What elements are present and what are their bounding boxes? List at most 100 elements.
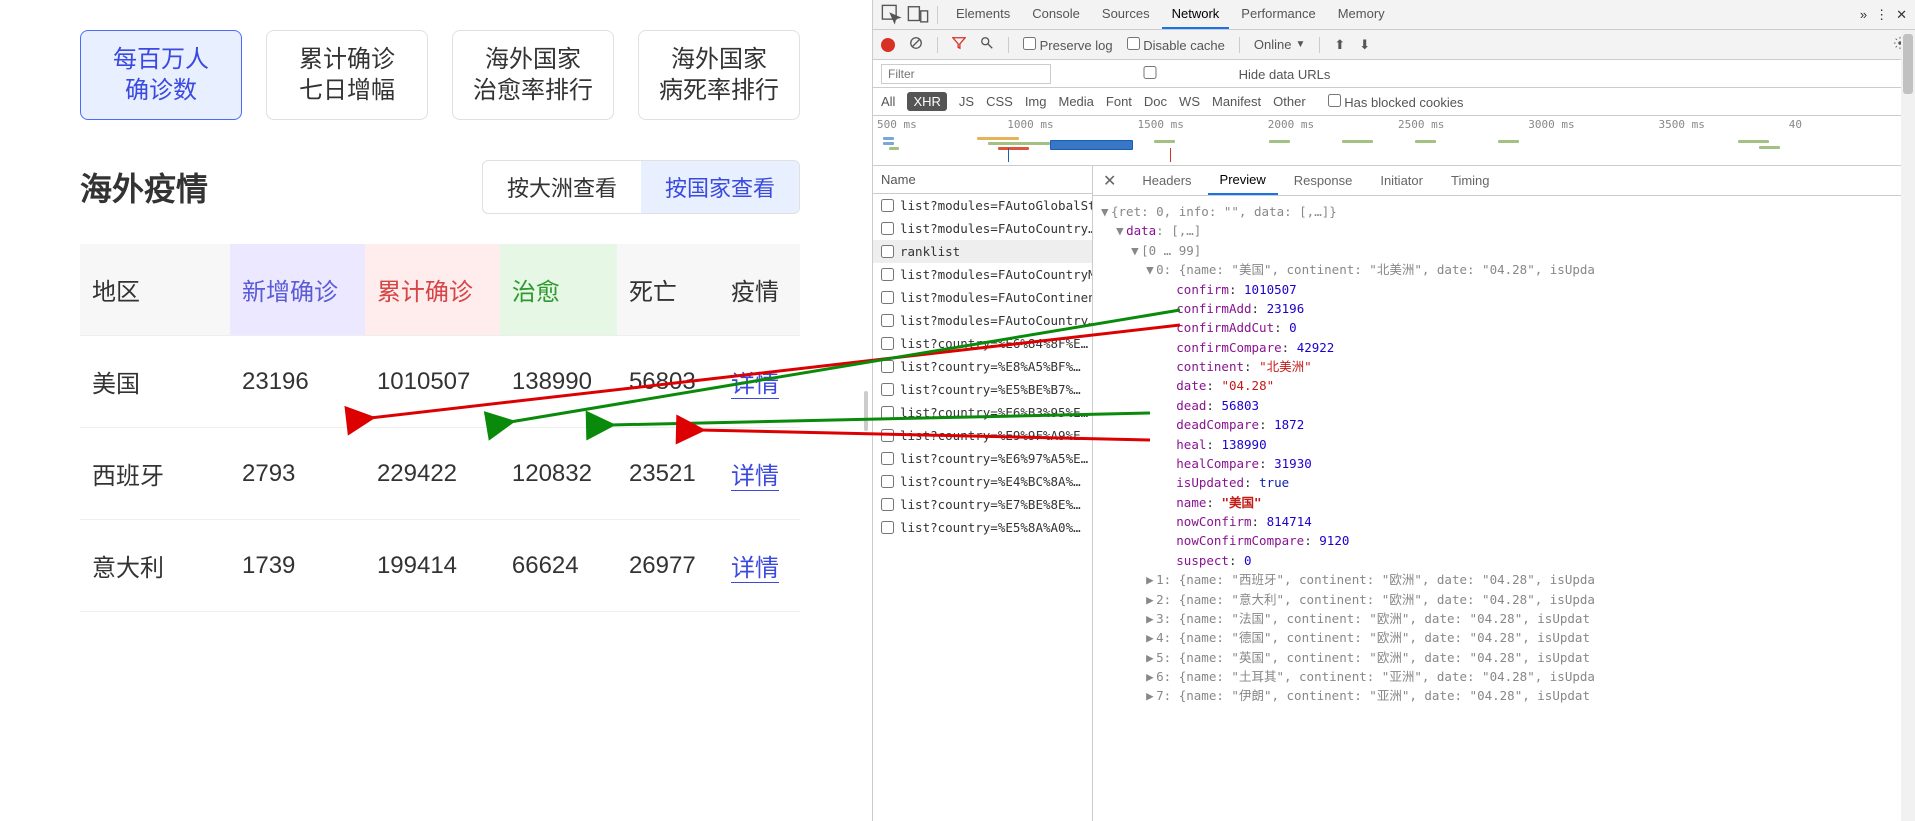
request-row[interactable]: list?country=%E9%9F%A9%E… xyxy=(873,424,1092,447)
request-row[interactable]: list?country=%E6%B3%95%E… xyxy=(873,401,1092,424)
tree-item[interactable]: ▶2: {name: "意大利", continent: "欧洲", date:… xyxy=(1101,590,1915,609)
panel-sources[interactable]: Sources xyxy=(1092,0,1160,29)
request-name: list?country=%E5%8A%A0%… xyxy=(900,520,1081,535)
cell-heal: 66624 xyxy=(500,520,617,612)
tree-item[interactable]: ▶4: {name: "德国", continent: "欧洲", date: … xyxy=(1101,628,1915,647)
tree-item[interactable]: ▶7: {name: "伊朗", continent: "亚洲", date: … xyxy=(1101,686,1915,705)
disable-cache-checkbox[interactable]: Disable cache xyxy=(1127,37,1225,53)
request-checkbox[interactable] xyxy=(881,406,894,419)
tree-item[interactable]: ▶3: {name: "法国", continent: "欧洲", date: … xyxy=(1101,609,1915,628)
type-img[interactable]: Img xyxy=(1025,94,1047,109)
preserve-log-checkbox[interactable]: Preserve log xyxy=(1023,37,1113,53)
request-checkbox[interactable] xyxy=(881,521,894,534)
devtools-close-icon[interactable]: ✕ xyxy=(1896,7,1907,23)
resp-tab-initiator[interactable]: Initiator xyxy=(1368,167,1435,194)
request-row[interactable]: list?modules=FAutoCountryM… xyxy=(873,263,1092,286)
cell-confirm: 1010507 xyxy=(365,336,500,428)
search-icon[interactable] xyxy=(980,36,994,53)
request-row[interactable]: list?country=%E6%97%A5%E… xyxy=(873,447,1092,470)
type-other[interactable]: Other xyxy=(1273,94,1306,109)
tree-item[interactable]: ▶1: {name: "西班牙", continent: "欧洲", date:… xyxy=(1101,570,1915,589)
request-checkbox[interactable] xyxy=(881,429,894,442)
request-row[interactable]: list?modules=FAutoCountry… xyxy=(873,217,1092,240)
tab-per-million[interactable]: 每百万人 确诊数 xyxy=(80,30,242,120)
request-name: list?country=%E7%BE%8E%… xyxy=(900,497,1081,512)
close-response-icon[interactable]: ✕ xyxy=(1093,171,1126,191)
type-all[interactable]: All xyxy=(881,94,895,109)
upload-icon[interactable]: ⬆ xyxy=(1334,37,1345,53)
devtools-menu-icon[interactable]: ⋮ xyxy=(1875,7,1888,23)
request-checkbox[interactable] xyxy=(881,268,894,281)
request-row[interactable]: list?country=%E8%A5%BF%… xyxy=(873,355,1092,378)
type-media[interactable]: Media xyxy=(1058,94,1093,109)
device-icon[interactable] xyxy=(907,4,929,26)
request-row[interactable]: list?country=%E5%8A%A0%… xyxy=(873,516,1092,539)
view-by-continent[interactable]: 按大洲查看 xyxy=(483,161,641,213)
inspect-icon[interactable] xyxy=(881,4,903,26)
request-checkbox[interactable] xyxy=(881,199,894,212)
request-checkbox[interactable] xyxy=(881,291,894,304)
request-row[interactable]: list?country=%E6%84%8F%E… xyxy=(873,332,1092,355)
devtools-pane: ElementsConsoleSourcesNetworkPerformance… xyxy=(872,0,1915,821)
more-panels-icon[interactable]: » xyxy=(1860,7,1867,22)
request-checkbox[interactable] xyxy=(881,337,894,350)
request-row[interactable]: list?country=%E5%BE%B7%… xyxy=(873,378,1092,401)
request-checkbox[interactable] xyxy=(881,245,894,258)
request-checkbox[interactable] xyxy=(881,222,894,235)
tab-death-rank[interactable]: 海外国家 病死率排行 xyxy=(638,30,800,120)
request-row[interactable]: list?modules=FAutoCountry… xyxy=(873,309,1092,332)
record-button[interactable] xyxy=(881,38,895,52)
request-row[interactable]: list?country=%E4%BC%8A%… xyxy=(873,470,1092,493)
request-row[interactable]: ranklist xyxy=(873,240,1092,263)
panel-network[interactable]: Network xyxy=(1162,0,1230,29)
detail-link[interactable]: 详情 xyxy=(731,371,779,399)
panel-performance[interactable]: Performance xyxy=(1231,0,1325,29)
download-icon[interactable]: ⬇ xyxy=(1359,37,1370,53)
throttle-select[interactable]: Online ▼ xyxy=(1254,37,1305,52)
request-row[interactable]: list?modules=FAutoGlobalSta… xyxy=(873,194,1092,217)
cell-confirm: 229422 xyxy=(365,428,500,520)
request-checkbox[interactable] xyxy=(881,475,894,488)
section-title: 海外疫情 xyxy=(80,164,208,210)
type-doc[interactable]: Doc xyxy=(1144,94,1167,109)
request-row[interactable]: list?country=%E7%BE%8E%… xyxy=(873,493,1092,516)
request-checkbox[interactable] xyxy=(881,498,894,511)
resp-tab-timing[interactable]: Timing xyxy=(1439,167,1502,194)
resp-tab-headers[interactable]: Headers xyxy=(1130,167,1203,194)
request-row[interactable]: list?modules=FAutoContinen… xyxy=(873,286,1092,309)
tree-item[interactable]: ▶6: {name: "土耳其", continent: "亚洲", date:… xyxy=(1101,667,1915,686)
preview-tree[interactable]: ▼{ret: 0, info: "", data: [,…]} ▼data: [… xyxy=(1093,196,1915,821)
request-checkbox[interactable] xyxy=(881,314,894,327)
view-by-country[interactable]: 按国家查看 xyxy=(641,161,799,213)
v-deadCompare: 1872 xyxy=(1274,417,1304,432)
tab-heal-rank[interactable]: 海外国家 治愈率排行 xyxy=(452,30,614,120)
hide-urls-checkbox[interactable]: Hide data URLs xyxy=(1065,66,1330,82)
request-checkbox[interactable] xyxy=(881,452,894,465)
panel-elements[interactable]: Elements xyxy=(946,0,1020,29)
devtools-scrollbar[interactable] xyxy=(1901,30,1915,821)
request-checkbox[interactable] xyxy=(881,383,894,396)
detail-link[interactable]: 详情 xyxy=(731,555,779,583)
type-font[interactable]: Font xyxy=(1106,94,1132,109)
panel-memory[interactable]: Memory xyxy=(1328,0,1395,29)
request-checkbox[interactable] xyxy=(881,360,894,373)
resp-tab-preview[interactable]: Preview xyxy=(1208,166,1278,195)
detail-link[interactable]: 详情 xyxy=(731,463,779,491)
type-js[interactable]: JS xyxy=(959,94,974,109)
resp-tab-response[interactable]: Response xyxy=(1282,167,1365,194)
split-handle[interactable] xyxy=(860,0,872,821)
clear-icon[interactable] xyxy=(909,36,923,53)
filter-icon[interactable] xyxy=(952,36,966,53)
v-confirmAddCut: 0 xyxy=(1289,320,1297,335)
cell-heal: 120832 xyxy=(500,428,617,520)
tab-7day-increase[interactable]: 累计确诊 七日增幅 xyxy=(266,30,428,120)
panel-console[interactable]: Console xyxy=(1022,0,1090,29)
type-css[interactable]: CSS xyxy=(986,94,1013,109)
network-timeline[interactable]: 500 ms1000 ms1500 ms2000 ms2500 ms3000 m… xyxy=(873,116,1915,166)
blocked-cookies-checkbox[interactable]: Has blocked cookies xyxy=(1328,94,1464,110)
type-manifest[interactable]: Manifest xyxy=(1212,94,1261,109)
filter-input[interactable] xyxy=(881,64,1051,84)
type-xhr[interactable]: XHR xyxy=(907,92,946,111)
type-ws[interactable]: WS xyxy=(1179,94,1200,109)
tree-item[interactable]: ▶5: {name: "英国", continent: "欧洲", date: … xyxy=(1101,648,1915,667)
